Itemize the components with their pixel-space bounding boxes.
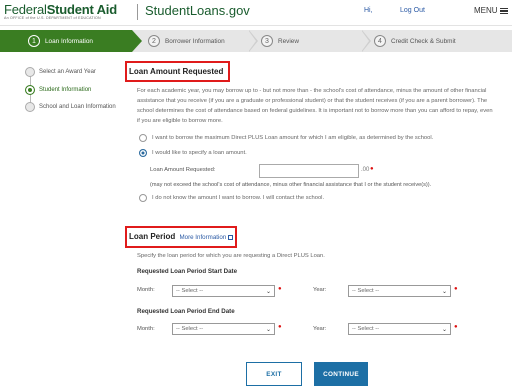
step-label: Borrower Information bbox=[165, 37, 225, 45]
logo-tagline: An OFFICE of the U.S. DEPARTMENT of EDUC… bbox=[4, 16, 101, 20]
radio-option-maximum[interactable]: I want to borrow the maximum Direct PLUS… bbox=[139, 134, 433, 142]
required-marker-icon: ● bbox=[278, 286, 282, 292]
loan-amount-label: Loan Amount Requested: bbox=[150, 167, 216, 173]
radio-option-specify[interactable]: I would like to specify a loan amount. bbox=[139, 149, 247, 157]
loan-amount-note: (may not exceed the school's cost of att… bbox=[150, 182, 432, 188]
sidebar-item-school-loan-information[interactable]: School and Loan Information bbox=[25, 101, 116, 113]
radio-button-selected[interactable] bbox=[139, 149, 147, 157]
step-number: 4 bbox=[374, 35, 386, 47]
step-borrower-information: 2 Borrower Information bbox=[148, 30, 225, 52]
step-credit-check-submit: 4 Credit Check & Submit bbox=[374, 30, 456, 52]
sidebar-item-student-information[interactable]: Student Information bbox=[25, 84, 91, 96]
sidebar-item-award-year[interactable]: Select an Award Year bbox=[25, 66, 96, 78]
select-value: -- Select -- bbox=[176, 326, 204, 332]
exit-button[interactable]: EXIT bbox=[246, 362, 302, 386]
required-marker-icon: ● bbox=[454, 286, 458, 292]
more-information-link[interactable]: More Information bbox=[179, 234, 234, 241]
chevron-down-icon: ⌄ bbox=[265, 327, 271, 333]
step-loan-information: 1 Loan Information bbox=[0, 30, 132, 52]
select-value: -- Select -- bbox=[352, 288, 380, 294]
sidebar-item-label: School and Loan Information bbox=[39, 104, 116, 110]
loan-amount-description: For each academic year, you may borrow u… bbox=[137, 88, 493, 124]
step-separator-inner bbox=[361, 30, 369, 52]
hamburger-icon bbox=[499, 7, 508, 14]
step-arrow-active bbox=[132, 30, 142, 52]
external-link-icon bbox=[228, 234, 234, 240]
select-value: -- Select -- bbox=[176, 288, 204, 294]
radio-label: I do not know the amount I want to borro… bbox=[152, 195, 325, 201]
step-review: 3 Review bbox=[261, 30, 299, 52]
step-label: Credit Check & Submit bbox=[391, 37, 456, 45]
menu-label: MENU bbox=[474, 6, 498, 15]
loan-period-title-text: Loan Period bbox=[129, 232, 176, 241]
greeting-link[interactable]: Hi, bbox=[364, 7, 373, 14]
loan-period-description: Specify the loan period for which you ar… bbox=[137, 253, 325, 259]
logo-word-student-aid: Student Aid bbox=[46, 2, 117, 17]
start-year-label: Year: bbox=[313, 287, 327, 293]
loan-amount-title: Loan Amount Requested bbox=[129, 67, 224, 76]
end-date-heading: Requested Loan Period End Date bbox=[137, 308, 235, 315]
start-year-select[interactable]: -- Select -- ⌄ bbox=[348, 285, 451, 297]
logo-word-federal: Federal bbox=[4, 2, 47, 17]
start-month-label: Month: bbox=[137, 287, 155, 293]
end-year-label: Year: bbox=[313, 326, 327, 332]
federal-student-aid-logo[interactable]: FederalStudent Aid An OFFICE of the U.S.… bbox=[4, 2, 117, 20]
sidebar-item-label: Select an Award Year bbox=[39, 69, 96, 75]
continue-button[interactable]: CONTINUE bbox=[314, 362, 368, 386]
chevron-down-icon: ⌄ bbox=[265, 289, 271, 295]
end-month-select[interactable]: -- Select -- ⌄ bbox=[172, 323, 275, 335]
sidebar-item-label: Student Information bbox=[39, 87, 92, 93]
end-month-label: Month: bbox=[137, 326, 155, 332]
start-date-heading: Requested Loan Period Start Date bbox=[137, 268, 238, 275]
amount-cents-suffix: .00 bbox=[361, 167, 370, 173]
step-number: 3 bbox=[261, 35, 273, 47]
step-number: 2 bbox=[148, 35, 160, 47]
radio-label: I want to borrow the maximum Direct PLUS… bbox=[152, 135, 434, 141]
step-number: 1 bbox=[28, 35, 40, 47]
radio-button[interactable] bbox=[139, 194, 147, 202]
studentloans-gov-logo[interactable]: StudentLoans.gov bbox=[145, 3, 250, 18]
start-month-select[interactable]: -- Select -- ⌄ bbox=[172, 285, 275, 297]
step-label: Review bbox=[278, 37, 299, 45]
radio-label: I would like to specify a loan amount. bbox=[152, 150, 247, 156]
radio-button[interactable] bbox=[139, 134, 147, 142]
required-marker-icon: ● bbox=[278, 324, 282, 330]
chevron-down-icon: ⌄ bbox=[441, 289, 447, 295]
chevron-down-icon: ⌄ bbox=[441, 327, 447, 333]
required-marker-icon: ● bbox=[370, 166, 374, 172]
end-year-select[interactable]: -- Select -- ⌄ bbox=[348, 323, 451, 335]
progress-steps: 1 Loan Information 2 Borrower Informatio… bbox=[0, 30, 512, 52]
logo-dotgov: .gov bbox=[225, 3, 250, 18]
menu-button[interactable]: MENU bbox=[474, 6, 508, 15]
sidebar-status-dot bbox=[25, 102, 35, 112]
site-header: FederalStudent Aid An OFFICE of the U.S.… bbox=[0, 0, 512, 26]
loan-amount-input[interactable] bbox=[259, 164, 359, 178]
sidebar-status-dot bbox=[25, 67, 35, 77]
logout-link[interactable]: Log Out bbox=[400, 7, 425, 14]
step-separator-inner bbox=[248, 30, 256, 52]
loan-period-title: Loan Period More Information bbox=[129, 232, 234, 241]
more-information-label: More Information bbox=[179, 234, 227, 241]
sidebar-status-dot bbox=[25, 85, 35, 95]
radio-option-unknown[interactable]: I do not know the amount I want to borro… bbox=[139, 194, 324, 202]
logo-studentloans: StudentLoans bbox=[145, 3, 226, 18]
logo-divider bbox=[137, 4, 138, 20]
select-value: -- Select -- bbox=[352, 326, 380, 332]
step-label: Loan Information bbox=[45, 37, 93, 45]
required-marker-icon: ● bbox=[454, 324, 458, 330]
